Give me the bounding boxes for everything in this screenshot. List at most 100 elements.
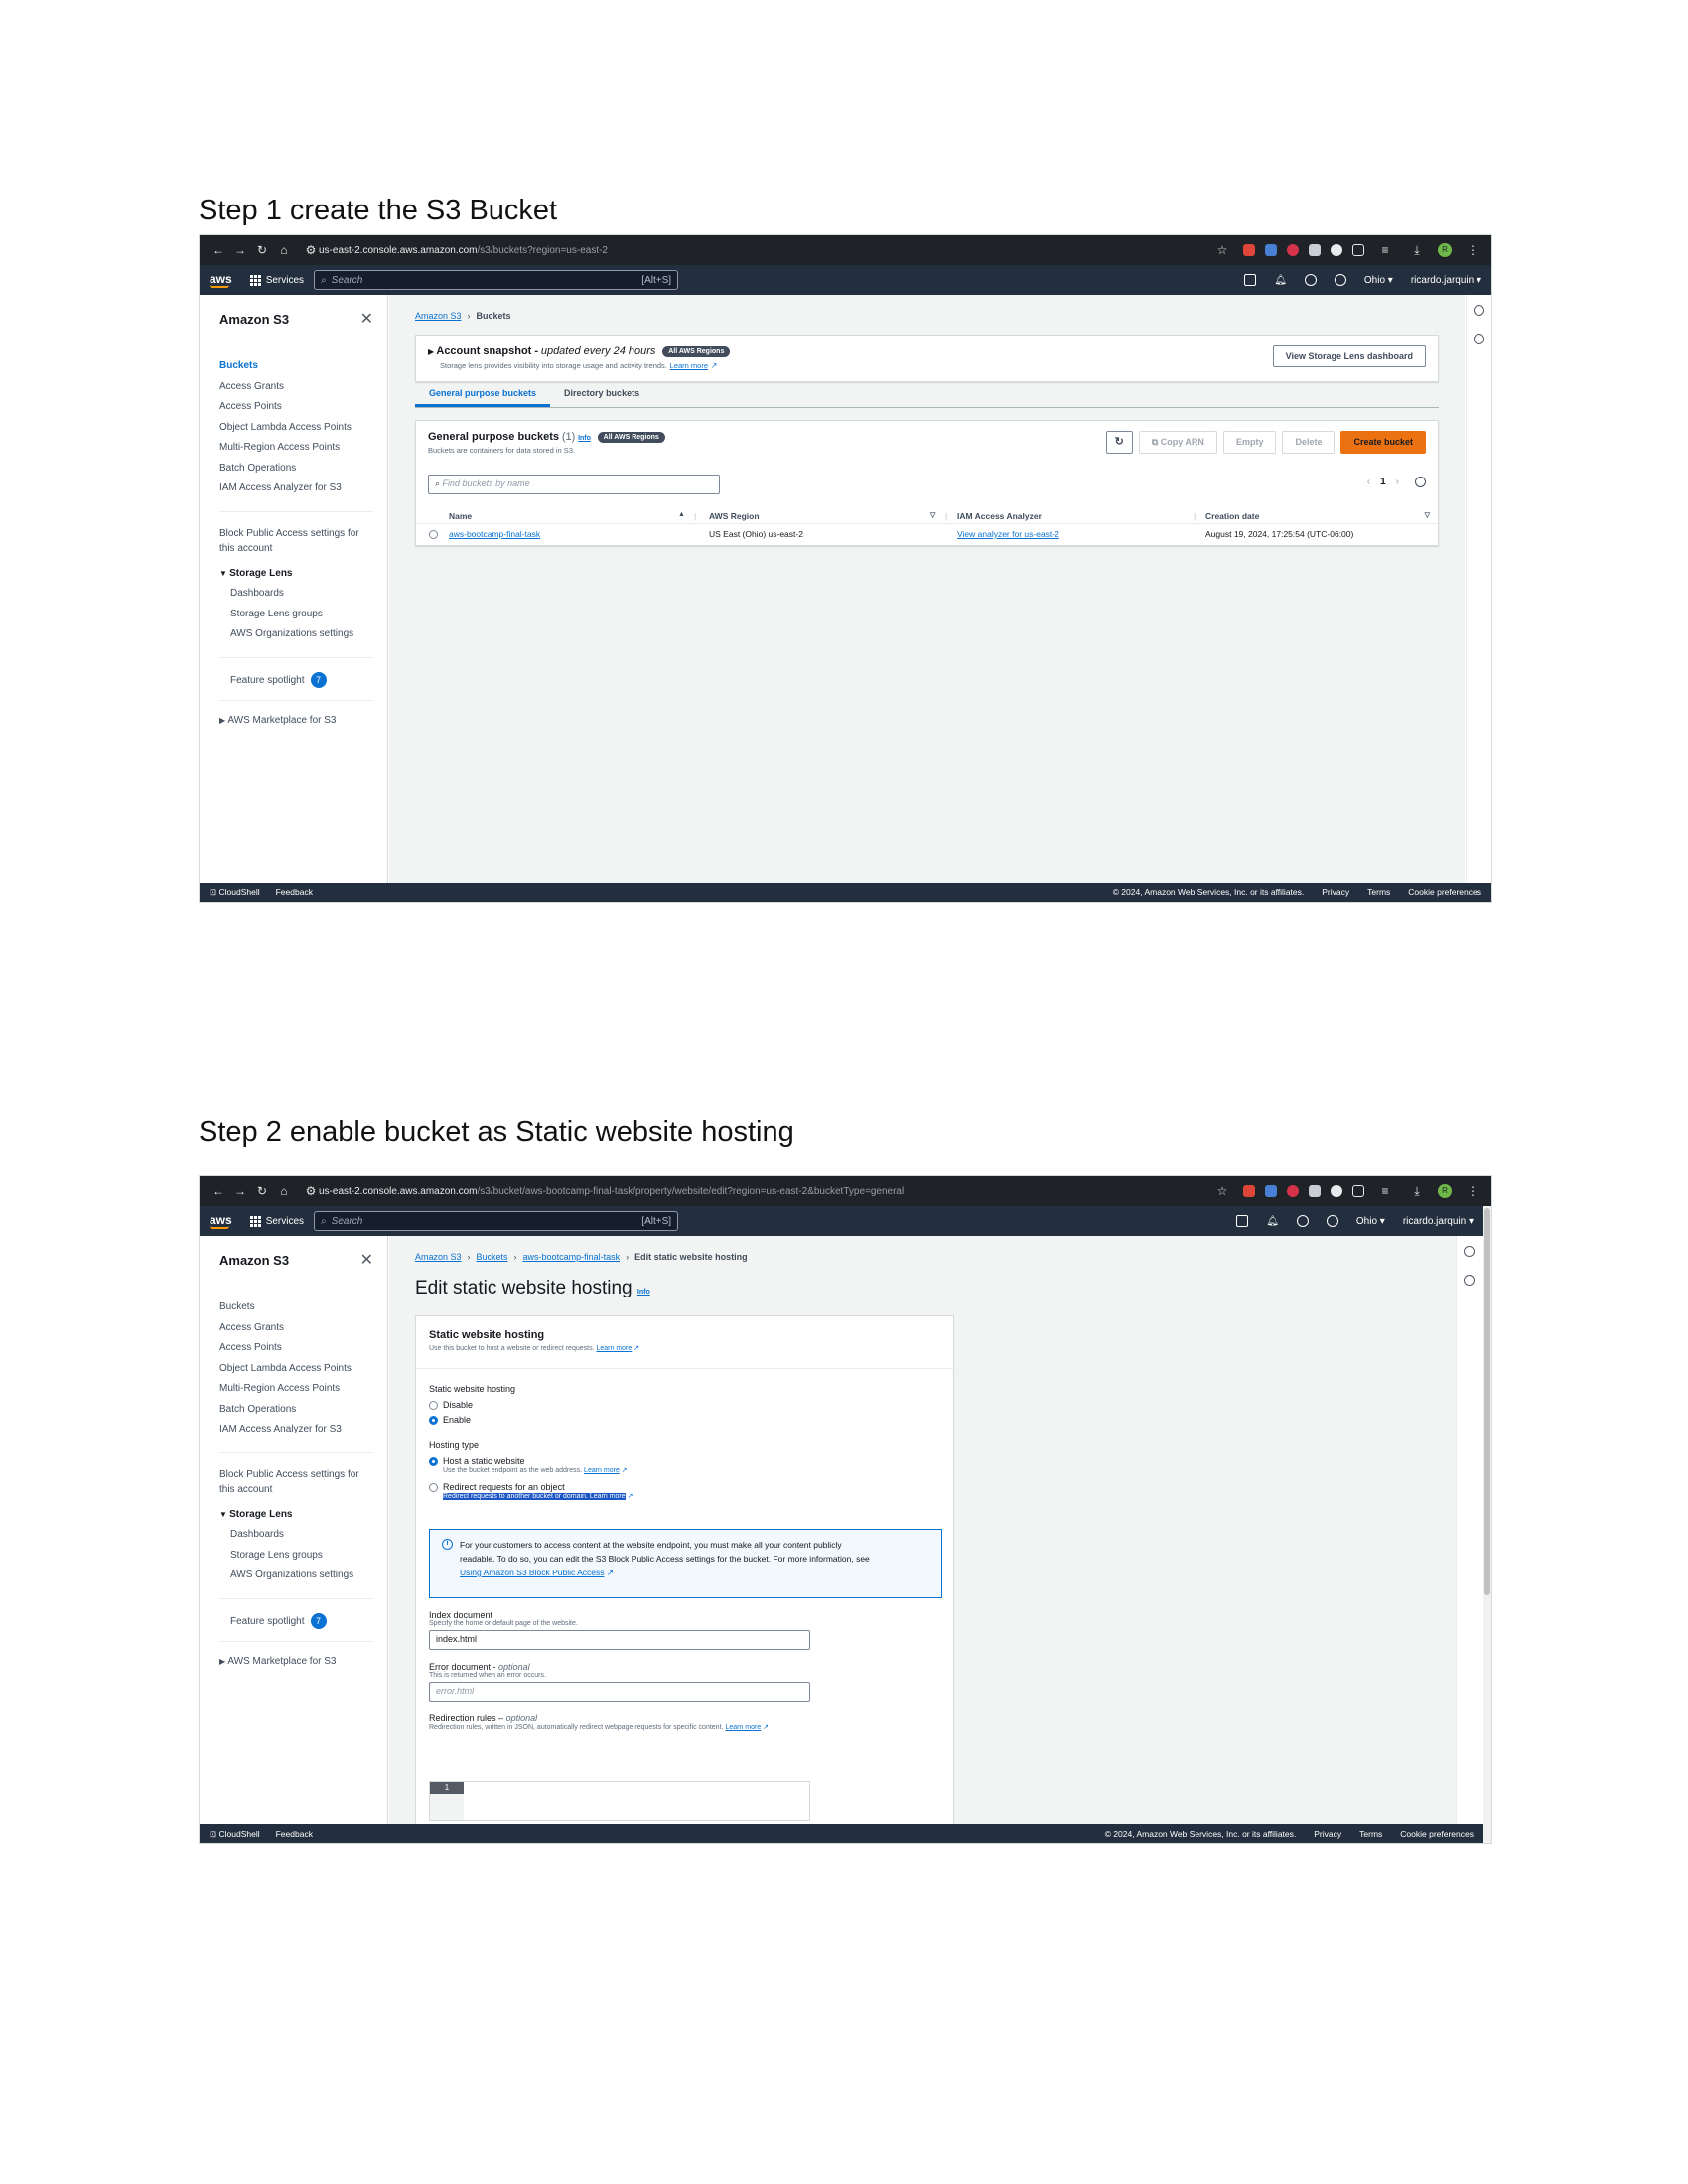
feedback-link[interactable]: Feedback bbox=[276, 1829, 313, 1839]
terms-link[interactable]: Terms bbox=[1367, 887, 1390, 897]
extension-icon[interactable] bbox=[1243, 1185, 1255, 1197]
privacy-link[interactable]: Privacy bbox=[1314, 1829, 1341, 1839]
services-menu[interactable]: Services bbox=[249, 1215, 304, 1227]
sidebar-item-org-settings[interactable]: AWS Organizations settings bbox=[219, 624, 387, 645]
sidebar-item-batch-operations[interactable]: Batch Operations bbox=[219, 459, 387, 479]
col-name[interactable]: Name bbox=[449, 511, 472, 521]
info-link[interactable]: Info bbox=[578, 435, 591, 442]
error-document-input[interactable]: error.html bbox=[429, 1682, 810, 1702]
sidebar-item-dashboards[interactable]: Dashboards bbox=[219, 1525, 387, 1546]
extension-icon[interactable] bbox=[1243, 244, 1255, 256]
sidebar-item-lens-groups[interactable]: Storage Lens groups bbox=[219, 605, 387, 625]
bell-icon[interactable]: 🔔︎ bbox=[1274, 275, 1287, 286]
copy-arn-button[interactable]: ⧉ Copy ARN bbox=[1138, 431, 1217, 454]
empty-button[interactable]: Empty bbox=[1222, 431, 1277, 454]
sidebar-item-multi-region[interactable]: Multi-Region Access Points bbox=[219, 1379, 387, 1400]
cookie-preferences-link[interactable]: Cookie preferences bbox=[1400, 1829, 1474, 1839]
reading-list-icon[interactable]: ≡ bbox=[1374, 243, 1396, 257]
breadcrumb-amazon-s3[interactable]: Amazon S3 bbox=[415, 311, 462, 321]
gear-icon[interactable] bbox=[1326, 1215, 1338, 1227]
sidebar-item-feature-spotlight[interactable]: Feature spotlight 7 bbox=[219, 1612, 387, 1629]
extension-icon[interactable] bbox=[1331, 1185, 1342, 1197]
reload-icon[interactable]: ↻ bbox=[251, 243, 273, 257]
row-radio[interactable] bbox=[429, 530, 438, 541]
sidebar-group-storage-lens[interactable]: ▼ Storage Lens bbox=[219, 1505, 387, 1526]
cloudshell-link[interactable]: ⊡ CloudShell bbox=[210, 1829, 260, 1840]
sidebar-group-storage-lens[interactable]: ▼ Storage Lens bbox=[219, 564, 387, 585]
extension-icon[interactable] bbox=[1265, 244, 1277, 256]
next-page-icon[interactable]: › bbox=[1396, 477, 1399, 487]
sort-icon[interactable]: ▽ bbox=[1425, 511, 1430, 519]
sidebar-item-marketplace[interactable]: ▶ AWS Marketplace for S3 bbox=[219, 1656, 387, 1667]
account-menu[interactable]: ricardo.jarquin ▾ bbox=[1403, 1216, 1474, 1227]
option-enable[interactable]: Enable bbox=[429, 1415, 633, 1425]
reload-icon[interactable]: ↻ bbox=[251, 1184, 273, 1198]
aws-logo[interactable]: aws bbox=[210, 1214, 232, 1229]
breadcrumb-bucket[interactable]: aws-bootcamp-final-task bbox=[523, 1252, 621, 1262]
help-icon[interactable] bbox=[1296, 1215, 1309, 1227]
bookmark-star-icon[interactable]: ☆ bbox=[1211, 1184, 1233, 1198]
option-redirect[interactable]: Redirect requests for an object bbox=[429, 1482, 633, 1492]
cookie-preferences-link[interactable]: Cookie preferences bbox=[1408, 887, 1481, 897]
page-number[interactable]: 1 bbox=[1380, 477, 1386, 487]
menu-dots-icon[interactable]: ⋮ bbox=[1462, 1184, 1483, 1198]
sidebar-item-dashboards[interactable]: Dashboards bbox=[219, 584, 387, 605]
search-input[interactable]: ⌕ Search [Alt+S] bbox=[314, 1211, 679, 1231]
extension-icon[interactable] bbox=[1287, 1185, 1299, 1197]
breadcrumb-amazon-s3[interactable]: Amazon S3 bbox=[415, 1252, 462, 1262]
extension-icon[interactable] bbox=[1309, 244, 1321, 256]
delete-button[interactable]: Delete bbox=[1282, 431, 1336, 454]
bookmark-star-icon[interactable]: ☆ bbox=[1211, 243, 1233, 257]
profile-avatar[interactable]: R bbox=[1438, 1184, 1452, 1198]
radio-button-selected[interactable] bbox=[429, 1415, 438, 1425]
prev-page-icon[interactable]: ‹ bbox=[1367, 477, 1370, 487]
scrollbar-thumb[interactable] bbox=[1484, 1208, 1490, 1595]
sidebar-item-batch-operations[interactable]: Batch Operations bbox=[219, 1400, 387, 1421]
col-region[interactable]: AWS Region bbox=[709, 511, 760, 521]
sidebar-item-access-points[interactable]: Access Points bbox=[219, 397, 387, 418]
sidebar-item-access-points[interactable]: Access Points bbox=[219, 1338, 387, 1359]
close-icon[interactable]: ✕ bbox=[360, 309, 373, 329]
refresh-button[interactable]: ↻ bbox=[1105, 431, 1133, 454]
puzzle-icon[interactable] bbox=[1352, 244, 1364, 256]
forward-icon[interactable]: → bbox=[229, 243, 251, 257]
extension-icon[interactable] bbox=[1331, 244, 1342, 256]
page-scrollbar[interactable] bbox=[1483, 1206, 1491, 1843]
menu-dots-icon[interactable]: ⋮ bbox=[1462, 243, 1483, 257]
tab-general-purpose[interactable]: General purpose buckets bbox=[415, 380, 551, 407]
sidebar-item-lens-groups[interactable]: Storage Lens groups bbox=[219, 1546, 387, 1567]
extension-icon[interactable] bbox=[1309, 1185, 1321, 1197]
radio-button[interactable] bbox=[429, 1400, 438, 1410]
learn-more-link[interactable]: Learn more bbox=[725, 1724, 761, 1731]
cloudshell-link[interactable]: ⊡ CloudShell bbox=[210, 887, 260, 898]
redirection-rules-editor[interactable]: 1 bbox=[429, 1781, 810, 1821]
sidebar-item-object-lambda[interactable]: Object Lambda Access Points bbox=[219, 1359, 387, 1380]
find-buckets-input[interactable]: ⌕ Find buckets by name bbox=[428, 475, 720, 494]
account-menu[interactable]: ricardo.jarquin ▾ bbox=[1411, 275, 1481, 286]
radio-button-selected[interactable] bbox=[429, 1456, 438, 1466]
gear-icon[interactable] bbox=[1334, 274, 1346, 286]
preferences-gear-icon[interactable] bbox=[1415, 477, 1426, 487]
download-icon[interactable]: ⤓ bbox=[1406, 243, 1428, 258]
sort-asc-icon[interactable]: ▲ bbox=[678, 511, 685, 518]
back-icon[interactable]: ← bbox=[208, 1184, 229, 1198]
option-host-static[interactable]: Host a static website bbox=[429, 1456, 633, 1466]
terms-link[interactable]: Terms bbox=[1359, 1829, 1382, 1839]
extension-icon[interactable] bbox=[1265, 1185, 1277, 1197]
bucket-name-link[interactable]: aws-bootcamp-final-task bbox=[449, 529, 540, 539]
sidebar-item-iam-analyzer[interactable]: IAM Access Analyzer for S3 bbox=[219, 478, 387, 499]
learn-more-link[interactable]: Learn more bbox=[596, 1345, 632, 1352]
forward-icon[interactable]: → bbox=[229, 1184, 251, 1198]
close-icon[interactable]: ✕ bbox=[360, 1250, 373, 1270]
address-bar[interactable]: ⚙ us-east-2.console.aws.amazon.com/s3/bu… bbox=[303, 1180, 905, 1202]
view-storage-lens-button[interactable]: View Storage Lens dashboard bbox=[1272, 345, 1426, 367]
radio-button[interactable] bbox=[429, 530, 438, 539]
sidebar-item-block-public-access[interactable]: Block Public Access settings for this ac… bbox=[219, 1467, 387, 1497]
sidebar-item-iam-analyzer[interactable]: IAM Access Analyzer for S3 bbox=[219, 1420, 387, 1440]
site-info-icon[interactable]: ⚙ bbox=[303, 243, 319, 257]
sidebar-item-org-settings[interactable]: AWS Organizations settings bbox=[219, 1566, 387, 1586]
sidebar-item-access-grants[interactable]: Access Grants bbox=[219, 377, 387, 398]
option-disable[interactable]: Disable bbox=[429, 1400, 633, 1410]
home-icon[interactable]: ⌂ bbox=[273, 243, 295, 257]
services-menu[interactable]: Services bbox=[249, 274, 304, 286]
